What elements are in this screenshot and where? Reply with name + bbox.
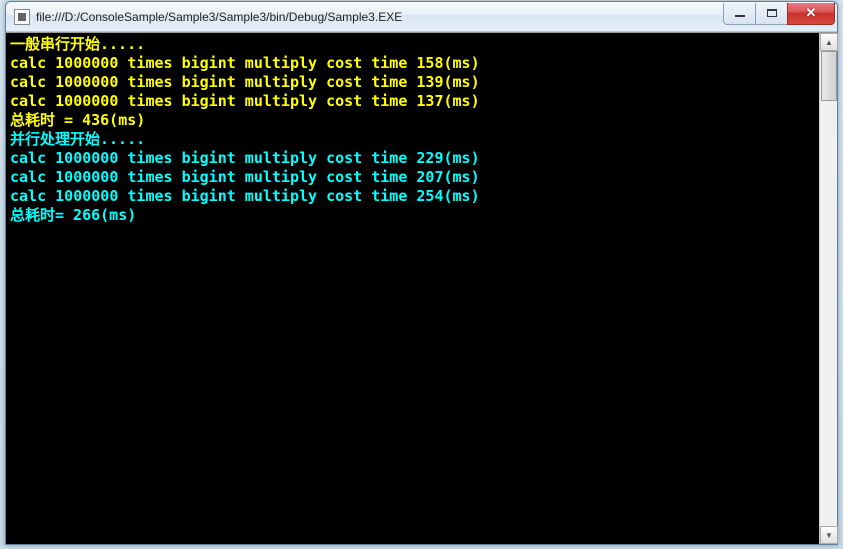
- serial-header: 一般串行开始.....: [10, 35, 145, 53]
- parallel-line: calc 1000000 times bigint multiply cost …: [10, 168, 480, 186]
- client-area: 一般串行开始..... calc 1000000 times bigint mu…: [6, 32, 837, 544]
- maximize-button[interactable]: [755, 3, 787, 25]
- serial-line: calc 1000000 times bigint multiply cost …: [10, 54, 480, 72]
- scroll-thumb[interactable]: [821, 51, 837, 101]
- minimize-icon: [735, 15, 745, 17]
- window-controls: ✕: [723, 3, 835, 25]
- console-output: 一般串行开始..... calc 1000000 times bigint mu…: [6, 33, 819, 544]
- maximize-icon: [767, 9, 777, 17]
- parallel-line: calc 1000000 times bigint multiply cost …: [10, 149, 480, 167]
- serial-line: calc 1000000 times bigint multiply cost …: [10, 73, 480, 91]
- window-title: file:///D:/ConsoleSample/Sample3/Sample3…: [36, 10, 723, 24]
- parallel-total: 总耗时= 266(ms): [10, 206, 136, 224]
- app-icon: [14, 9, 30, 25]
- parallel-header: 并行处理开始.....: [10, 130, 145, 148]
- application-window: file:///D:/ConsoleSample/Sample3/Sample3…: [5, 1, 838, 545]
- titlebar[interactable]: file:///D:/ConsoleSample/Sample3/Sample3…: [6, 2, 837, 32]
- minimize-button[interactable]: [723, 3, 755, 25]
- close-button[interactable]: ✕: [787, 3, 835, 25]
- scroll-up-button[interactable]: ▲: [820, 33, 838, 51]
- scroll-down-button[interactable]: ▼: [820, 526, 838, 544]
- vertical-scrollbar[interactable]: ▲ ▼: [819, 33, 837, 544]
- close-icon: ✕: [806, 5, 817, 21]
- parallel-line: calc 1000000 times bigint multiply cost …: [10, 187, 480, 205]
- serial-total: 总耗时 = 436(ms): [10, 111, 145, 129]
- serial-line: calc 1000000 times bigint multiply cost …: [10, 92, 480, 110]
